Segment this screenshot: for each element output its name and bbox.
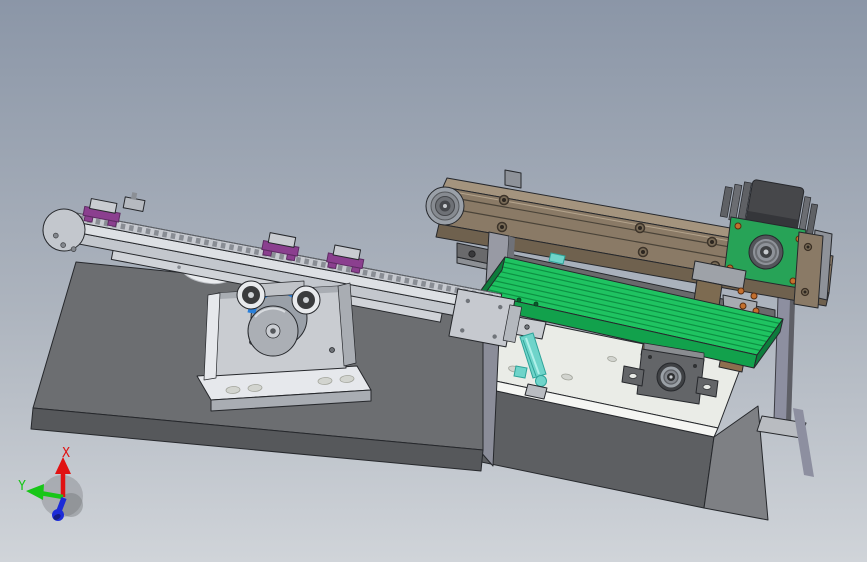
drive-stand[interactable] [196, 280, 372, 412]
cap-hole [70, 246, 77, 252]
y-axis-label: Y [18, 479, 26, 494]
x-axis-label: X [62, 446, 70, 461]
cap-hole [60, 242, 66, 248]
idler-roller-left[interactable] [236, 280, 266, 310]
table-screw [516, 297, 522, 303]
beam-idler-pulley[interactable] [425, 186, 465, 226]
bearing-screw [648, 355, 652, 359]
cad-viewport[interactable]: X Y [0, 0, 867, 562]
idler-roller-right[interactable] [291, 285, 321, 315]
bearing-screw [693, 364, 697, 368]
ear-slot [702, 384, 712, 390]
stand-screw [329, 347, 335, 353]
cap-hole [53, 232, 59, 239]
screw-end-knob [535, 375, 547, 387]
beam-top-tab [504, 169, 522, 189]
ear-slot [628, 373, 638, 379]
bracket-screw [524, 324, 530, 330]
motor-pulley[interactable] [748, 234, 784, 270]
screw-nut-block[interactable] [513, 365, 528, 379]
table-screw [533, 301, 539, 307]
